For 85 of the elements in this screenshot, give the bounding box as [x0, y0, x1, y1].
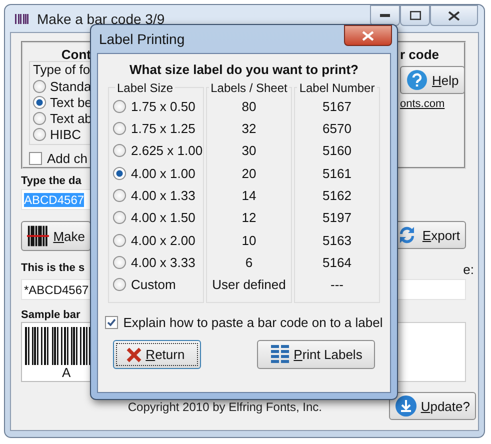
column-heading: Label Size	[115, 81, 176, 95]
dialog-title: Label Printing	[99, 31, 185, 47]
radio-label: HIBC	[50, 126, 82, 142]
radio-button[interactable]	[113, 278, 126, 292]
table-cell-text: 10	[240, 232, 258, 250]
table-cell-text: ---	[330, 276, 344, 294]
barcode-caption: A	[62, 365, 71, 380]
radio-label: 4.00 x 3.33	[131, 254, 196, 270]
radio-label: Custom	[131, 277, 176, 292]
close-icon	[362, 30, 374, 40]
radio-label: 1.75 x 1.25	[131, 120, 196, 136]
copyright-text: Copyright 2010 by Elfring Fonts, Inc.	[128, 400, 322, 414]
help-button[interactable]: Help	[400, 66, 465, 94]
table-cell-text: 5162	[322, 186, 352, 205]
table-cell-text: 80	[240, 98, 258, 116]
text-field[interactable]	[396, 279, 466, 300]
barcode-icon	[27, 225, 50, 247]
table-cell-text: 30	[240, 142, 258, 160]
field-label: Sample bar	[21, 309, 80, 321]
radio-button[interactable]	[113, 122, 126, 135]
barcode-icon	[15, 14, 29, 24]
group-heading: Cont	[61, 47, 91, 62]
table-cell-text: 32	[240, 120, 258, 138]
close-icon	[448, 10, 460, 20]
table-cell-text: 5163	[322, 232, 352, 250]
radio-button[interactable]	[113, 166, 126, 180]
make-button[interactable]: Make	[21, 221, 91, 251]
minimize-icon	[380, 14, 390, 18]
radio-button[interactable]	[113, 100, 126, 113]
radio-button[interactable]	[33, 96, 46, 108]
radio-button[interactable]	[113, 144, 126, 158]
print-labels-button[interactable]: Print Labels	[256, 340, 376, 369]
table-cell-text: 5160	[322, 142, 352, 160]
radio-label: 4.00 x 2.00	[131, 232, 196, 248]
return-button[interactable]: Return	[112, 340, 201, 369]
minimize-button[interactable]	[370, 5, 400, 26]
table-cell-text: 14	[240, 186, 258, 205]
table-cell-text: 5164	[322, 254, 352, 272]
radio-button[interactable]	[113, 188, 126, 202]
radio-label: 2.625 x 1.00	[131, 143, 203, 158]
field-label: e:	[463, 262, 474, 277]
radio-button[interactable]	[113, 256, 126, 269]
radio-button[interactable]	[33, 112, 46, 124]
radio-label: 4.00 x 1.33	[131, 188, 196, 203]
checkbox[interactable]	[29, 152, 42, 165]
radio-label: Standa	[50, 78, 92, 94]
checkbox-label: Add ch	[47, 151, 88, 166]
maximize-icon	[410, 11, 420, 20]
website-link[interactable]: onts.com	[400, 98, 445, 110]
barcode-drawing	[25, 327, 91, 365]
field-label: This is the s	[21, 262, 85, 274]
radio-button[interactable]	[113, 234, 126, 247]
checkbox[interactable]	[105, 316, 118, 329]
checkbox-label: Explain how to paste a bar code on to a label	[123, 315, 383, 330]
output-box	[396, 322, 466, 382]
maximize-button[interactable]	[400, 5, 430, 26]
group-label: Type of fo	[33, 62, 92, 77]
close-button[interactable]	[344, 25, 392, 46]
symbol-field[interactable]: *ABCD4567	[21, 279, 91, 300]
label-sheet-icon	[270, 344, 290, 366]
radio-button[interactable]	[33, 128, 46, 140]
radio-button[interactable]	[33, 80, 46, 92]
close-button[interactable]	[430, 5, 478, 26]
table-cell-text: 5161	[322, 164, 352, 183]
table-cell-text: 6570	[322, 120, 352, 138]
dialog-question: What size label do you want to print?	[130, 62, 358, 77]
panel-heading: r code	[400, 47, 440, 62]
radio-label: 4.00 x 1.50	[131, 210, 196, 226]
radio-label: 4.00 x 1.00	[131, 166, 196, 181]
column-heading: Labels / Sheet	[208, 81, 290, 95]
download-icon	[394, 395, 417, 417]
table-cell-text: 12	[240, 209, 258, 228]
help-icon	[406, 69, 428, 91]
window-title: Make a bar code 3/9	[37, 10, 166, 26]
table-cell-text: User defined	[211, 276, 287, 294]
radio-button[interactable]	[113, 211, 126, 224]
update-button[interactable]: Update?	[388, 392, 476, 420]
table-cell-text: 5197	[322, 209, 352, 228]
table-cell-text: 6	[244, 254, 254, 272]
field-label: Type the da	[21, 175, 82, 187]
cross-icon	[126, 346, 142, 362]
column-heading: Label Number	[297, 81, 377, 95]
table-cell-text: 20	[240, 164, 258, 183]
radio-label: 1.75 x 0.50	[131, 98, 196, 114]
table-cell-text: 5167	[322, 98, 352, 116]
